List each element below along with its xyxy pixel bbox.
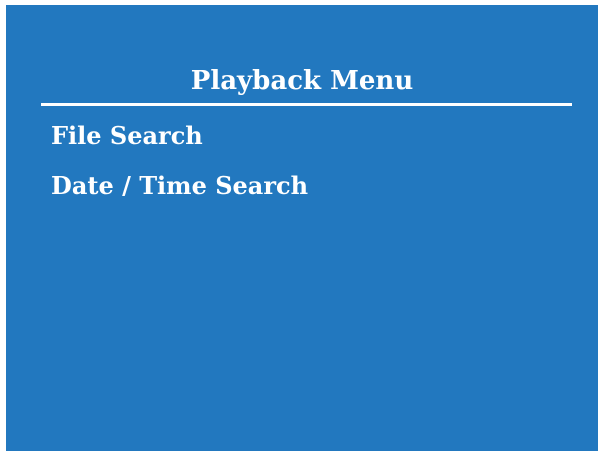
- menu-list: File Search Date / Time Search: [51, 121, 308, 221]
- menu-title: Playback Menu: [190, 66, 414, 96]
- playback-menu-screen: Playback Menu File Search Date / Time Se…: [6, 5, 598, 451]
- menu-item-date-time-search[interactable]: Date / Time Search: [51, 171, 308, 201]
- title-divider: [41, 103, 572, 106]
- menu-item-file-search[interactable]: File Search: [51, 121, 308, 151]
